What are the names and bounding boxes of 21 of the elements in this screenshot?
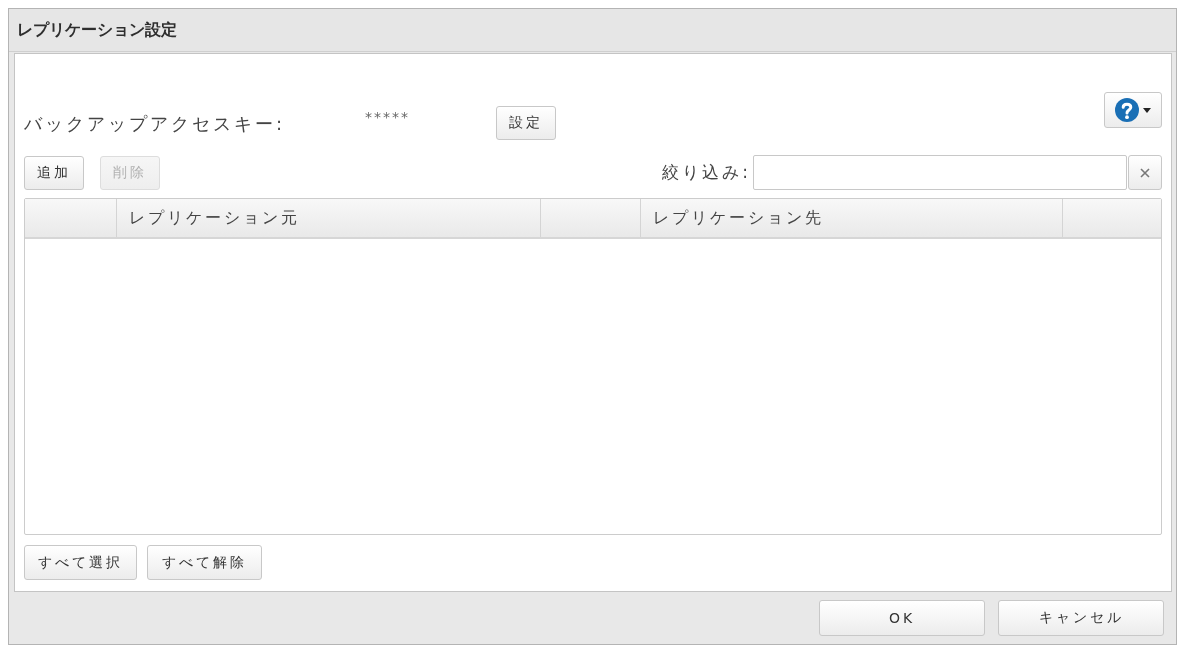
selection-button[interactable]: すべて選択 — [24, 545, 137, 580]
column-header[interactable]: レプリケーション先 — [641, 199, 1063, 237]
clear-button[interactable] — [1128, 155, 1162, 190]
toolbar-button[interactable]: 追加 — [24, 155, 84, 190]
footer-button[interactable]: キャンセル — [998, 600, 1164, 636]
set-button[interactable]: 設定 — [496, 106, 557, 140]
selection-button[interactable]: すべて解除 — [147, 545, 262, 580]
close-icon — [1140, 167, 1150, 178]
filter-label: 絞り込み: — [662, 161, 751, 184]
blank-column-header[interactable] — [541, 199, 641, 237]
caret-icon — [1143, 107, 1151, 113]
access-key-label: バックアップアクセスキー: — [24, 112, 286, 136]
filter-field[interactable] — [753, 155, 1127, 190]
window-title: レプリケーション設定 — [17, 19, 177, 41]
blank-column-header[interactable] — [25, 199, 117, 237]
help-icon — [1115, 98, 1139, 122]
footer-button[interactable]: OK — [819, 600, 985, 636]
blank-column-header[interactable] — [1063, 199, 1161, 237]
access-key-value: ***** — [365, 109, 411, 125]
column-header[interactable]: レプリケーション元 — [117, 199, 541, 237]
help-button[interactable] — [1104, 92, 1162, 128]
